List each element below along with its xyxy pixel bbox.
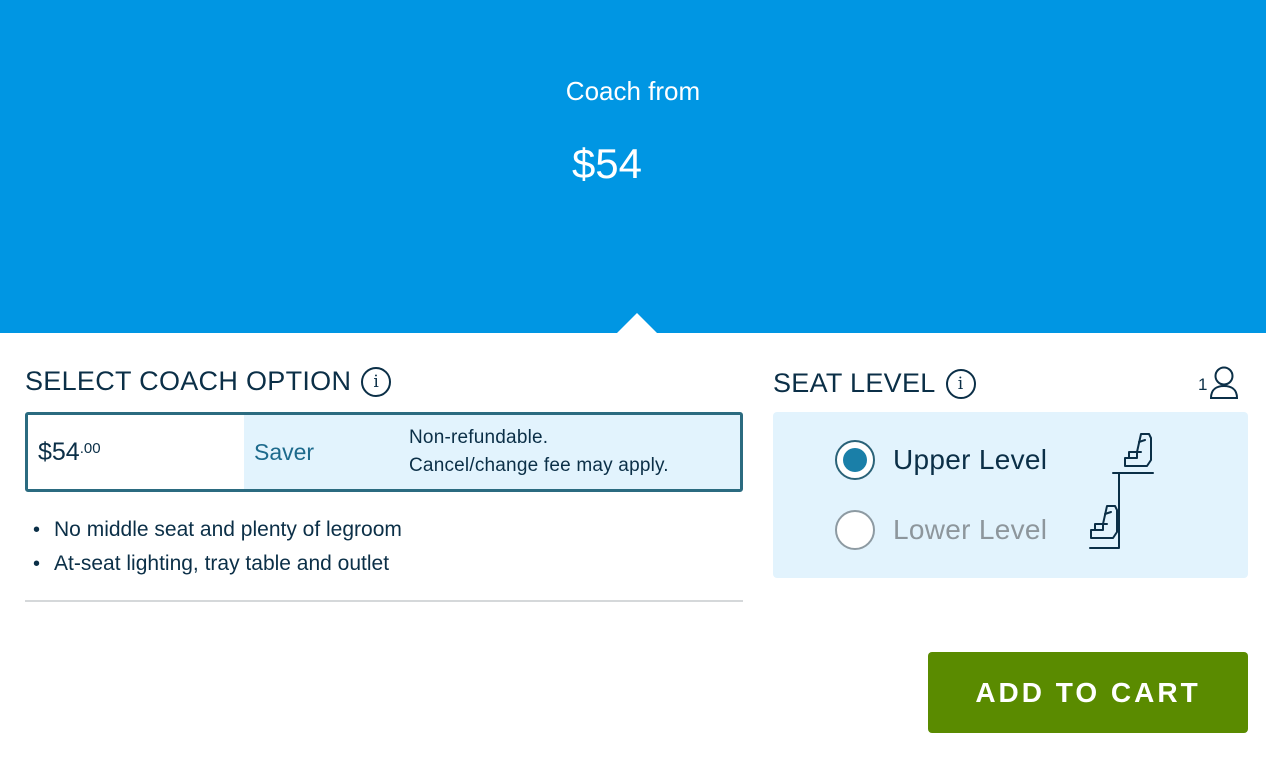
banner-price: $54: [571, 140, 643, 187]
seat-option-upper[interactable]: Upper Level: [835, 440, 1047, 480]
passenger-count-value: 1: [1198, 375, 1208, 394]
coach-info-icon[interactable]: i: [361, 366, 392, 397]
fare-price: $54.00: [28, 415, 244, 489]
lower-level-radio[interactable]: [835, 510, 875, 550]
fare-terms-line2: Cancel/change fee may apply.: [409, 455, 669, 476]
coach-option-heading: SELECT COACH OPTION i: [25, 366, 392, 397]
fare-name: Saver: [254, 438, 315, 465]
banner-label: Coach from: [565, 76, 701, 106]
seat-option-lower[interactable]: Lower Level: [835, 510, 1047, 550]
person-icon: [1210, 366, 1239, 399]
section-divider: [25, 600, 743, 602]
fare-price-main: $54: [38, 437, 80, 466]
feature-list: No middle seat and plenty of legroom At-…: [33, 513, 402, 581]
seat-level-heading: SEAT LEVEL i: [773, 368, 976, 399]
seat-info-icon[interactable]: i: [945, 368, 976, 399]
fare-price-cents: .00: [79, 439, 101, 457]
fare-terms-line1: Non-refundable.: [409, 427, 549, 448]
fare-details: Saver Non-refundable. Cancel/change fee …: [244, 415, 740, 489]
seat-level-title: SEAT LEVEL: [773, 368, 936, 398]
fare-terms: Non-refundable. Cancel/change fee may ap…: [409, 424, 669, 480]
seat-level-panel: Upper Level Lower Level: [773, 412, 1248, 578]
feature-item: At-seat lighting, tray table and outlet: [33, 547, 402, 581]
passenger-count: 1: [1198, 365, 1239, 399]
upper-level-label: Upper Level: [893, 444, 1048, 475]
add-to-cart-button[interactable]: ADD TO CART: [928, 652, 1248, 733]
bilevel-seat-icon: [1089, 433, 1154, 549]
feature-item: No middle seat and plenty of legroom: [33, 513, 402, 547]
price-banner: Coach from $54: [0, 0, 1266, 334]
banner-notch: [616, 313, 658, 334]
lower-level-label: Lower Level: [893, 514, 1048, 545]
coach-option-title: SELECT COACH OPTION: [25, 366, 352, 396]
fare-option-saver[interactable]: $54.00 Saver Non-refundable. Cancel/chan…: [25, 412, 743, 492]
upper-level-radio[interactable]: [835, 440, 875, 480]
